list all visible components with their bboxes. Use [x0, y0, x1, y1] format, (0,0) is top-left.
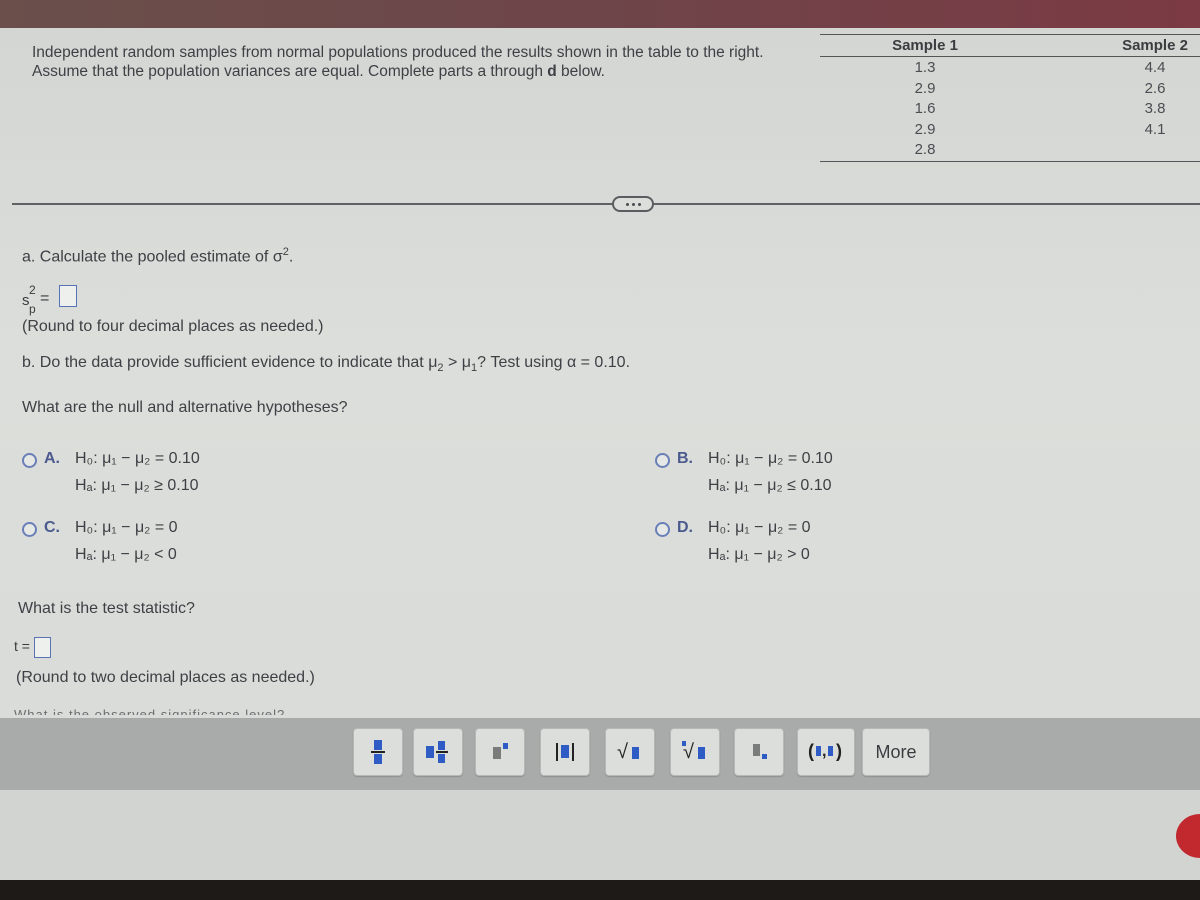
table-cell: 3.8 — [1144, 100, 1166, 117]
test-statistic-input[interactable] — [33, 637, 51, 658]
device-bezel-bottom — [0, 880, 1200, 900]
square-root-icon: √ — [615, 737, 645, 767]
pooled-variance-input[interactable] — [59, 285, 77, 307]
part-b-text: b. Do the data provide sufficient eviden… — [22, 354, 438, 371]
test-statistic-hint: (Round to two decimal places as needed.) — [16, 669, 315, 686]
table-cell: 2.9 — [914, 79, 936, 97]
t-label: t = — [14, 638, 30, 655]
radio-button[interactable] — [22, 453, 37, 468]
ellipsis-icon — [625, 202, 629, 206]
part-b-end: ? Test using α = 0.10. — [477, 354, 631, 371]
table-column-sample-2: Sample 2 4.4 2.6 3.8 4.1 — [1115, 37, 1195, 140]
problem-statement: Independent random samples from normal p… — [32, 43, 822, 81]
hypotheses-question: What are the null and alternative hypoth… — [22, 399, 348, 416]
column-header: Sample 2 — [1122, 37, 1188, 54]
absolute-value-icon — [550, 737, 580, 767]
table-column-sample-1: Sample 1 1.3 2.9 1.6 2.9 2.8 — [880, 37, 970, 161]
equals-sign: = — [40, 290, 50, 307]
column-header: Sample 1 — [892, 37, 958, 54]
fraction-button[interactable] — [353, 728, 403, 776]
table-cell: 1.3 — [914, 59, 936, 76]
sp-subscript: p — [29, 302, 36, 316]
radio-button[interactable] — [655, 453, 670, 468]
part-a-hint: (Round to four decimal places as needed.… — [22, 318, 324, 335]
mixed-number-button[interactable] — [413, 728, 463, 776]
fraction-icon — [363, 737, 393, 767]
device-bezel-top — [0, 0, 1200, 30]
radio-button[interactable] — [655, 522, 670, 537]
test-statistic-answer: t = — [14, 637, 51, 658]
lower-blank-area — [0, 790, 1200, 882]
ellipsis-dot — [637, 202, 641, 206]
option-letter: C. — [44, 519, 60, 536]
table-cell: 2.9 — [914, 120, 936, 138]
alternative-hypothesis: Hₐ: μ₁ − μ₂ < 0 — [75, 546, 177, 563]
mixed-number-icon — [423, 737, 453, 767]
table-cell: 2.8 — [914, 141, 936, 158]
part-b-prompt: b. Do the data provide sufficient eviden… — [22, 354, 630, 374]
exponent-icon — [485, 737, 515, 767]
test-statistic-question: What is the test statistic? — [18, 600, 195, 617]
problem-line-2-bold: d — [547, 63, 557, 80]
table-cell: 4.4 — [1144, 59, 1166, 76]
alternative-hypothesis: Hₐ: μ₁ − μ₂ ≥ 0.10 — [75, 477, 199, 494]
table-cell: 1.6 — [914, 100, 936, 117]
subscript-icon — [744, 737, 774, 767]
radio-button[interactable] — [22, 522, 37, 537]
alternative-hypothesis: Hₐ: μ₁ − μ₂ ≤ 0.10 — [708, 477, 832, 494]
alternative-hypothesis: Hₐ: μ₁ − μ₂ > 0 — [708, 546, 810, 563]
subscript-button[interactable] — [734, 728, 784, 776]
ellipsis-dot — [631, 202, 635, 206]
part-b-mid: > μ — [443, 354, 471, 371]
exponent-button[interactable] — [475, 728, 525, 776]
problem-line-2: Assume that the population variances are… — [32, 62, 822, 81]
next-question-partial: What is the observed significance level? — [14, 707, 286, 715]
option-letter: A. — [44, 450, 60, 467]
null-hypothesis: H₀: μ₁ − μ₂ = 0 — [708, 519, 811, 536]
section-divider — [12, 203, 1200, 205]
more-button[interactable]: More — [862, 728, 930, 776]
problem-line-2-end: below. — [556, 63, 605, 80]
part-a-text: a. Calculate the pooled estimate of σ — [22, 248, 283, 266]
null-hypothesis: H₀: μ₁ − μ₂ = 0.10 — [75, 450, 200, 467]
math-toolbar: √ √ ( , ) More — [0, 718, 1200, 790]
expand-more-button[interactable] — [612, 196, 654, 212]
option-letter: B. — [677, 450, 693, 467]
nth-root-icon: √ — [680, 737, 710, 767]
problem-line-1: Independent random samples from normal p… — [32, 44, 764, 61]
table-rule-bottom — [820, 161, 1200, 162]
absolute-value-button[interactable] — [540, 728, 590, 776]
table-rule-top — [820, 34, 1200, 35]
part-a-end: . — [288, 248, 294, 266]
option-letter: D. — [677, 519, 693, 536]
ordered-pair-icon: ( , ) — [808, 741, 842, 761]
problem-line-2-text: Assume that the population variances are… — [32, 63, 548, 80]
null-hypothesis: H₀: μ₁ − μ₂ = 0 — [75, 519, 178, 536]
table-cell: 2.6 — [1144, 79, 1166, 97]
null-hypothesis: H₀: μ₁ − μ₂ = 0.10 — [708, 450, 833, 467]
square-root-button[interactable]: √ — [605, 728, 655, 776]
ordered-pair-button[interactable]: ( , ) — [797, 728, 855, 776]
sp-superscript: 2 — [29, 283, 36, 297]
part-a-prompt: a. Calculate the pooled estimate of σ2. — [22, 246, 293, 266]
table-cell: 4.1 — [1144, 120, 1166, 138]
nth-root-button[interactable]: √ — [670, 728, 720, 776]
